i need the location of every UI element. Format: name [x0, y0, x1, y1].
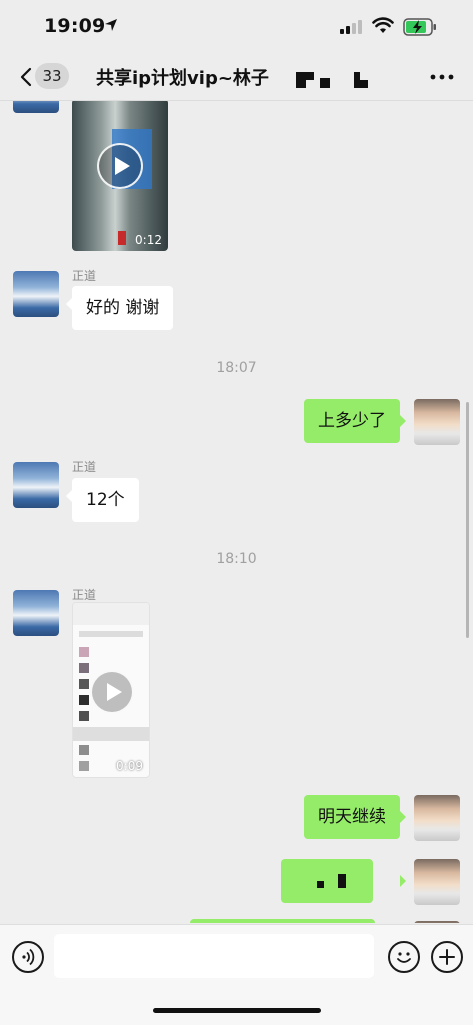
message-bubble[interactable]: [190, 919, 375, 923]
message-bubble[interactable]: 好的 谢谢: [72, 286, 174, 330]
voice-icon[interactable]: [12, 941, 44, 973]
timestamp: 18:07: [216, 360, 257, 376]
chat-header: 33 共享ip计划vip~林子: [0, 54, 473, 101]
sender-name: 正道: [72, 460, 97, 474]
avatar[interactable]: [13, 271, 59, 317]
redaction-block: [320, 78, 330, 88]
location-arrow-icon: [105, 19, 117, 31]
message-bubble[interactable]: 明天继续: [304, 795, 400, 839]
wifi-icon: [372, 17, 394, 33]
avatar[interactable]: [13, 462, 59, 508]
avatar[interactable]: [414, 795, 460, 841]
chat-scroll-area[interactable]: 0:12 正道 好的 谢谢 18:07 上多少了 正道 12个 18:10 正道…: [0, 101, 473, 923]
cellular-signal-icon: [340, 20, 362, 34]
more-dots-icon[interactable]: [430, 74, 454, 80]
unread-count-badge[interactable]: 33: [35, 63, 69, 89]
video-message[interactable]: 0:12: [72, 101, 168, 251]
redaction-block: [306, 72, 314, 80]
bubble-tail: [400, 811, 406, 823]
sender-name: 正道: [72, 269, 97, 283]
avatar[interactable]: [13, 590, 59, 636]
bubble-tail: [400, 415, 406, 427]
message-bubble[interactable]: 12个: [72, 478, 139, 522]
play-icon[interactable]: [90, 670, 134, 714]
home-indicator: [153, 1008, 321, 1013]
emoji-icon[interactable]: [388, 941, 420, 973]
bubble-tail: [400, 875, 406, 887]
chat-title: 共享ip计划vip~林子: [96, 68, 269, 89]
redacted-message-bubble[interactable]: [281, 859, 373, 903]
status-bar: 19:09: [0, 0, 473, 54]
avatar[interactable]: [414, 859, 460, 905]
message-input[interactable]: [54, 934, 374, 978]
video-duration: 0:12: [135, 233, 162, 247]
redaction-block: [360, 80, 368, 88]
battery-charging-icon: [403, 18, 436, 36]
sender-name: 正道: [72, 588, 97, 602]
avatar[interactable]: [414, 921, 460, 923]
plus-icon[interactable]: [431, 941, 463, 973]
timestamp: 18:10: [216, 551, 257, 567]
avatar[interactable]: [13, 101, 59, 113]
message-bubble[interactable]: 上多少了: [304, 399, 400, 443]
avatar[interactable]: [414, 399, 460, 445]
video-message[interactable]: 0:09: [72, 602, 150, 778]
redaction-block: [296, 72, 306, 88]
scrollbar[interactable]: [466, 402, 469, 638]
play-icon[interactable]: [97, 143, 143, 189]
status-time: 19:09: [44, 15, 106, 37]
video-duration: 0:09: [116, 759, 143, 773]
